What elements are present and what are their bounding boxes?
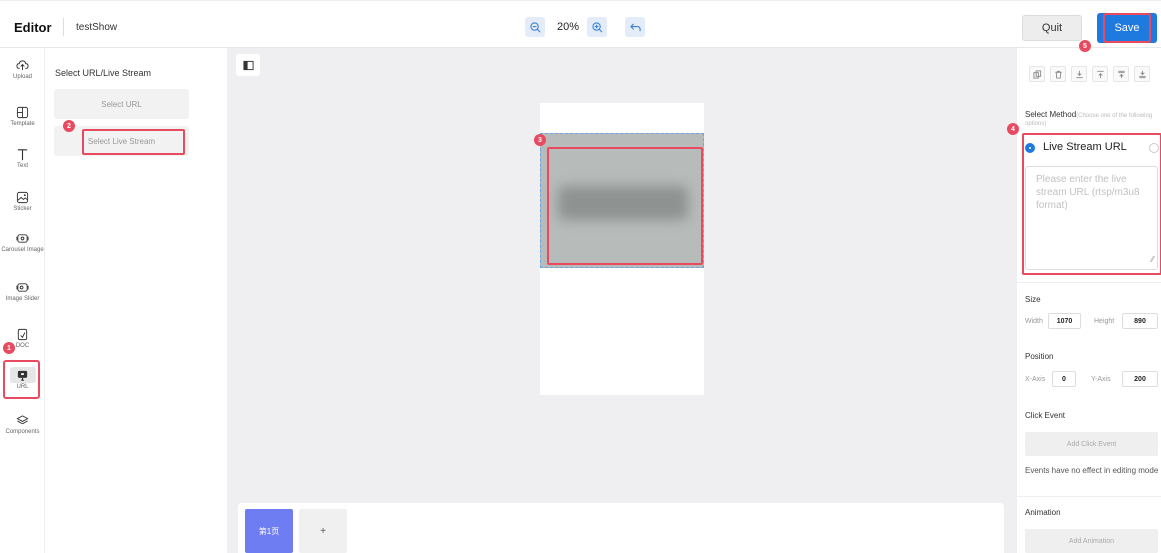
delete-button[interactable] xyxy=(1050,66,1066,82)
add-page-button[interactable]: + xyxy=(299,509,347,553)
quit-button[interactable]: Quit xyxy=(1022,15,1082,41)
send-to-back-icon xyxy=(1138,70,1146,78)
element-highlight-box xyxy=(547,147,703,265)
rail-item-text[interactable]: Text xyxy=(0,148,45,170)
image-slider-icon xyxy=(16,283,29,292)
upload-icon xyxy=(16,60,29,71)
zoom-in-button[interactable] xyxy=(587,17,607,37)
width-label: Width xyxy=(1025,318,1043,325)
rail-item-upload[interactable]: Upload xyxy=(0,59,45,81)
divider xyxy=(1017,282,1161,283)
save-highlight-box xyxy=(1103,13,1151,43)
rail-label: Image Slider xyxy=(5,296,40,302)
step-badge-5: 5 xyxy=(1079,40,1091,52)
zoom-level: 20% xyxy=(557,21,580,33)
undo-icon xyxy=(629,22,641,31)
move-down-button[interactable] xyxy=(1071,66,1087,82)
add-animation-button[interactable]: Add Animation xyxy=(1025,529,1158,553)
divider xyxy=(1017,496,1161,497)
live-stream-highlight-box xyxy=(82,129,185,155)
height-label: Height xyxy=(1094,318,1115,325)
panel-toggle-button[interactable] xyxy=(236,54,260,76)
rail-item-sticker[interactable]: Sticker xyxy=(0,191,45,213)
undo-button[interactable] xyxy=(625,17,645,37)
pages-bar: 第1页 + xyxy=(238,503,1004,553)
url-highlight-box xyxy=(3,360,40,399)
select-method-hint: Select Method(Choose one of the followin… xyxy=(1025,111,1157,128)
move-up-icon xyxy=(1096,70,1104,78)
copy-button[interactable] xyxy=(1029,66,1045,82)
bring-to-front-button[interactable] xyxy=(1113,66,1129,82)
project-name: testShow xyxy=(76,22,118,33)
editor-brand: Editor xyxy=(14,20,52,35)
zoom-out-button[interactable] xyxy=(525,17,545,37)
animation-title: Animation xyxy=(1025,508,1061,517)
x-axis-input[interactable]: 0 xyxy=(1052,371,1076,387)
url-input-highlight-box xyxy=(1022,133,1161,275)
components-icon xyxy=(16,415,29,425)
add-click-event-button[interactable]: Add Click Event xyxy=(1025,432,1158,456)
events-note: Events have no effect in editing mode xyxy=(1025,466,1159,475)
rail-label: DOC xyxy=(15,343,30,349)
sticker-icon xyxy=(16,191,29,204)
width-input[interactable]: 1070 xyxy=(1048,313,1081,329)
size-row: Width 1070 Height 890 xyxy=(1025,313,1158,329)
click-event-title: Click Event xyxy=(1025,411,1066,420)
trash-icon xyxy=(1054,70,1062,79)
page-tab-1[interactable]: 第1页 xyxy=(245,509,293,553)
step-badge-1: 1 xyxy=(3,342,15,354)
y-axis-label: Y-Axis xyxy=(1091,376,1111,383)
rail-label: Upload xyxy=(12,74,32,80)
zoom-out-icon xyxy=(529,21,540,32)
x-axis-label: X-Axis xyxy=(1025,376,1046,383)
bring-to-front-icon xyxy=(1117,70,1125,78)
rail-label: Text xyxy=(16,163,28,169)
rail-label: Carousel Image xyxy=(1,247,44,253)
text-icon xyxy=(17,149,28,161)
select-method-title: Select Method xyxy=(1025,110,1077,119)
move-up-button[interactable] xyxy=(1092,66,1108,82)
panel-title: Select URL/Live Stream xyxy=(55,68,152,78)
step-badge-3: 3 xyxy=(534,134,546,146)
brand-divider xyxy=(63,18,64,36)
rail-item-carousel-image[interactable]: Carousel Image xyxy=(0,232,45,254)
top-bar: Editor testShow 20% Quit Save xyxy=(0,0,1161,48)
rail-label: Template xyxy=(10,121,35,127)
rail-item-components[interactable]: Components xyxy=(0,414,45,436)
template-icon xyxy=(16,106,29,119)
properties-panel: Select Method(Choose one of the followin… xyxy=(1016,48,1161,553)
rail-item-image-slider[interactable]: Image Slider xyxy=(0,281,45,303)
position-row: X-Axis 0 Y-Axis 200 xyxy=(1025,371,1158,387)
position-title: Position xyxy=(1025,352,1054,361)
size-title: Size xyxy=(1025,295,1041,304)
rail-label: Sticker xyxy=(13,206,32,212)
step-badge-2: 2 xyxy=(63,120,75,132)
doc-icon xyxy=(17,328,28,341)
height-input[interactable]: 890 xyxy=(1122,313,1158,329)
step-badge-4: 4 xyxy=(1007,123,1019,135)
rail-item-template[interactable]: Template xyxy=(0,106,45,128)
sidebar-toggle-icon xyxy=(242,60,254,70)
component-rail: Upload Template Text Sticker Carousel Im… xyxy=(0,48,45,553)
copy-icon xyxy=(1032,69,1041,79)
select-url-button[interactable]: Select URL xyxy=(54,89,189,119)
zoom-in-icon xyxy=(591,21,602,32)
y-axis-input[interactable]: 200 xyxy=(1122,371,1158,387)
canvas-area: 第1页 + xyxy=(228,48,1016,553)
move-down-icon xyxy=(1075,70,1083,78)
send-to-back-button[interactable] xyxy=(1134,66,1150,82)
carousel-image-icon xyxy=(16,234,29,243)
rail-label: Components xyxy=(5,429,40,435)
